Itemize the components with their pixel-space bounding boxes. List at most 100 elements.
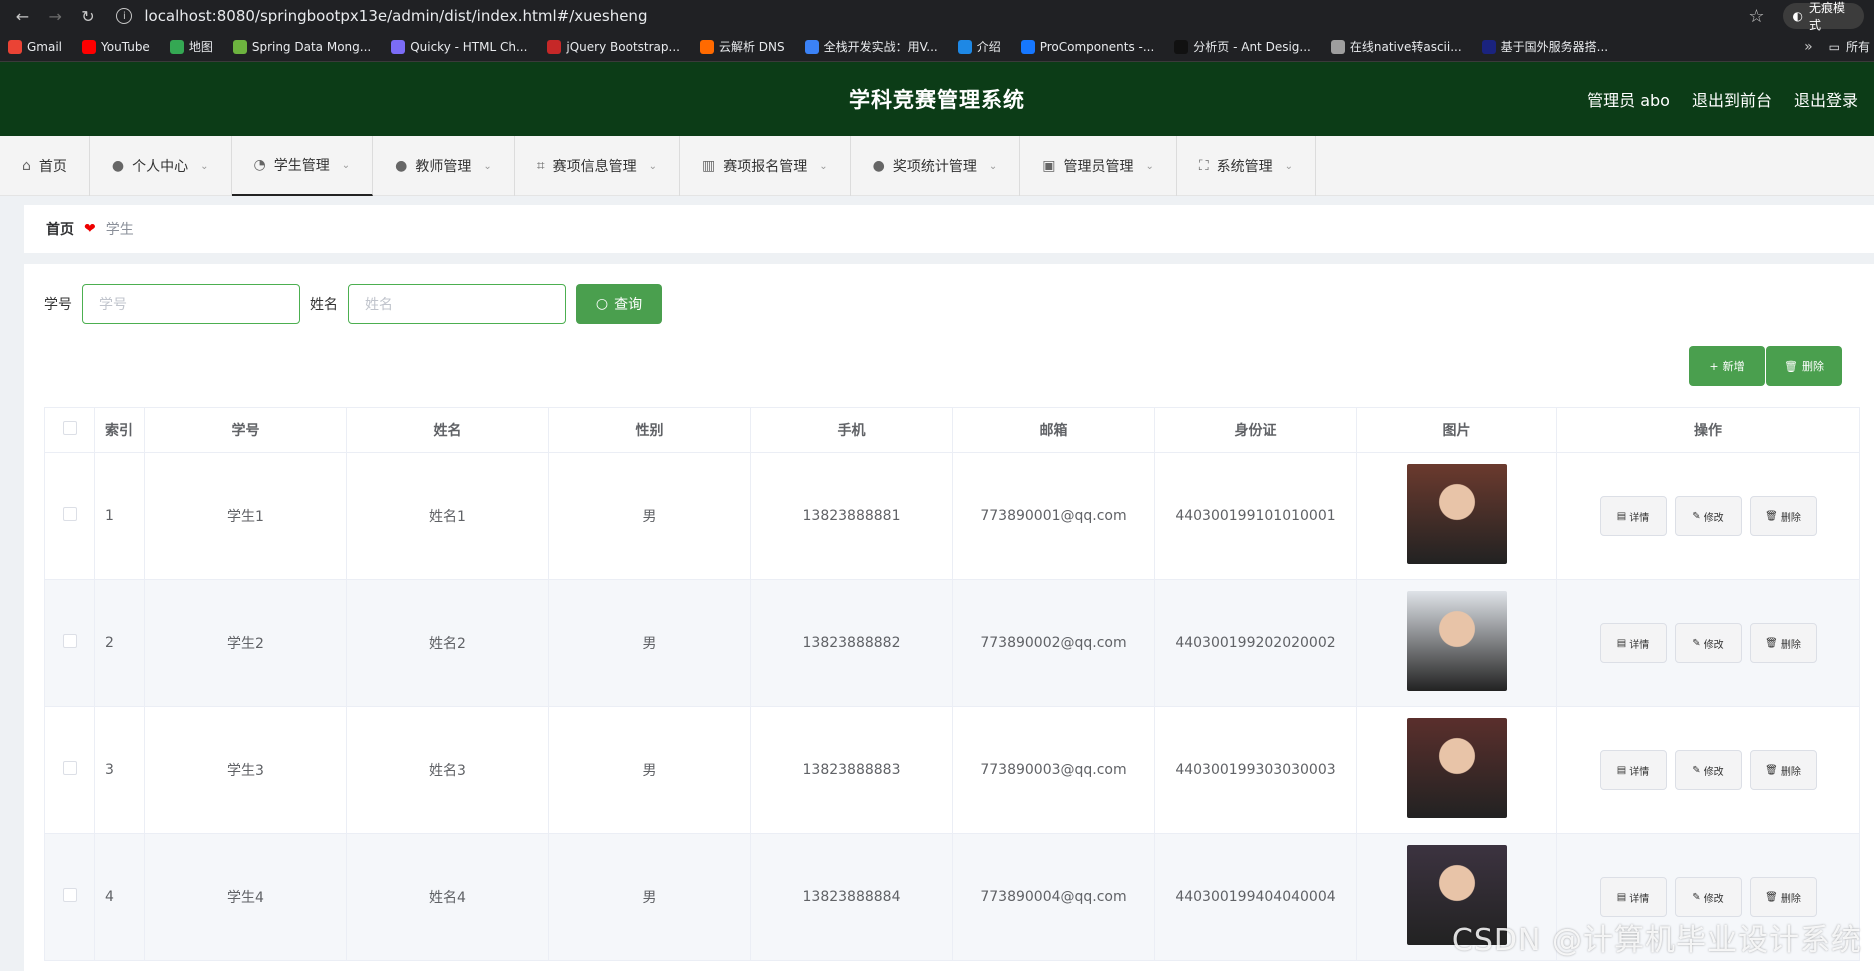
menu-item-label: 个人中心 [132, 159, 189, 175]
student-id-label: 学号 [44, 297, 72, 313]
menu-item-8[interactable]: ▣ 管理员管理 ⌄ [1020, 136, 1177, 196]
row-index: 4 [94, 833, 145, 961]
column-header: 姓名 [346, 407, 549, 453]
menu-item-9[interactable]: ⛶ 系统管理 ⌄ [1177, 136, 1317, 196]
table-actions: + 新增 🗑 删除 [1689, 346, 1842, 386]
menu-item-3[interactable]: ◔ 学生管理 ⌄ [231, 136, 374, 196]
bookmark-label: 介绍 [976, 40, 1001, 54]
delete-button[interactable]: 🗑 删除 [1749, 750, 1817, 790]
table-row: 3 学生3 姓名3 男 13823888883 773890003@qq.com 44030… [44, 706, 1860, 834]
delete-button[interactable]: 🗑 删除 [1749, 623, 1817, 663]
cell-name: 姓名1 [346, 452, 549, 580]
edit-button[interactable]: ✎ 修改 [1674, 623, 1742, 663]
chevron-down-icon: ⌄ [648, 160, 657, 172]
bookmarks-more-icon[interactable]: » [1804, 39, 1813, 55]
bookmark-item[interactable]: ProComponents -... [1020, 39, 1155, 54]
delete-button[interactable]: 🗑 删除 [1749, 496, 1817, 536]
forward-icon[interactable]: → [43, 3, 68, 29]
breadcrumb-current: 学生 [105, 222, 134, 238]
row-checkbox[interactable] [62, 761, 77, 775]
user-icon: ● [111, 158, 125, 174]
edit-button[interactable]: ✎ 修改 [1674, 750, 1742, 790]
bookmark-favicon-icon [1174, 39, 1189, 54]
bookmark-item[interactable]: Quicky - HTML Ch... [391, 39, 527, 54]
address-bar[interactable]: i localhost:8080/springbootpx13e/admin/d… [108, 3, 1749, 29]
cell-operations: ▤ 详情 ✎ 修改 🗑 删除 [1556, 452, 1860, 580]
reload-icon[interactable]: ↻ [76, 3, 101, 29]
detail-button[interactable]: ▤ 详情 [1599, 496, 1667, 536]
select-all-checkbox[interactable] [62, 421, 77, 435]
student-id-input[interactable]: 学号 [82, 284, 300, 324]
chevron-down-icon: ⌄ [1284, 160, 1294, 172]
bookmark-label: Spring Data Mong... [251, 39, 372, 54]
menu-item-6[interactable]: ▥ 赛项报名管理 ⌄ [680, 136, 851, 196]
cell-photo [1356, 579, 1557, 707]
menu-item-4[interactable]: ● 教师管理 ⌄ [373, 136, 515, 196]
bookmarks-bar: Gmail YouTube 地图 Spring Data Mong... Quicky … [0, 32, 1874, 62]
chevron-down-icon: ⌄ [341, 159, 351, 171]
site-info-icon[interactable]: i [116, 8, 133, 24]
incognito-badge[interactable]: ◐ 无痕模式 [1782, 1, 1864, 32]
bookmark-item[interactable]: 在线native转ascii... [1330, 38, 1462, 55]
edit-button[interactable]: ✎ 修改 [1674, 877, 1742, 917]
home-icon: ⌂ [22, 158, 31, 174]
bookmark-item[interactable]: 云解析 DNS [699, 38, 785, 55]
bookmark-star-icon[interactable]: ☆ [1748, 6, 1764, 27]
bookmark-label: jQuery Bootstrap... [566, 39, 680, 54]
pencil-icon: ✎ [1692, 637, 1701, 649]
student-photo[interactable] [1406, 718, 1507, 818]
trash-icon: 🗑 [1765, 764, 1778, 776]
student-photo[interactable] [1406, 464, 1507, 564]
bookmark-item[interactable]: 全栈开发实战：用V... [804, 38, 938, 55]
add-button[interactable]: + 新增 [1689, 346, 1765, 386]
cell-email: 773890004@qq.com [952, 833, 1155, 961]
trash-icon: 🗑 [1765, 891, 1778, 903]
row-checkbox[interactable] [62, 634, 77, 648]
plus-icon: + [1709, 359, 1719, 373]
menu-item-2[interactable]: ● 个人中心 ⌄ [90, 136, 232, 196]
column-header: 索引 [94, 407, 145, 453]
row-checkbox[interactable] [62, 888, 77, 902]
student-photo[interactable] [1406, 591, 1507, 691]
bookmark-favicon-icon [699, 39, 714, 54]
bookmark-item[interactable]: 分析页 - Ant Desig... [1174, 38, 1311, 55]
bookmark-item[interactable]: jQuery Bootstrap... [547, 39, 680, 54]
name-input[interactable]: 姓名 [348, 284, 566, 324]
detail-button[interactable]: ▤ 详情 [1599, 750, 1667, 790]
menu-item-label: 学生管理 [273, 158, 330, 174]
bulb-icon: ● [872, 158, 885, 174]
edit-button[interactable]: ✎ 修改 [1674, 496, 1742, 536]
cell-student-id: 学生1 [144, 452, 347, 580]
breadcrumb-home[interactable]: 首页 [46, 219, 74, 239]
cell-id-card: 440300199101010001 [1154, 452, 1357, 580]
column-header: 手机 [750, 407, 953, 453]
row-checkbox[interactable] [62, 507, 77, 521]
menu-item-1[interactable]: ⌂ 首页 [0, 136, 90, 196]
detail-button[interactable]: ▤ 详情 [1599, 877, 1667, 917]
delete-button[interactable]: 🗑 删除 [1749, 877, 1817, 917]
back-to-front-link[interactable]: 退出到前台 [1692, 87, 1772, 111]
bookmark-item[interactable]: 地图 [169, 38, 213, 55]
menu-item-7[interactable]: ● 奖项统计管理 ⌄ [851, 136, 1021, 196]
batch-delete-button[interactable]: 🗑 删除 [1766, 346, 1842, 386]
detail-button[interactable]: ▤ 详情 [1599, 623, 1667, 663]
menu-item-label: 教师管理 [415, 159, 472, 175]
menu-item-5[interactable]: ⌗ 赛项信息管理 ⌄ [515, 136, 680, 196]
bookmark-label: 云解析 DNS [718, 40, 785, 54]
chevron-down-icon: ⌄ [988, 160, 998, 172]
query-button[interactable]: ○ 查询 [576, 284, 662, 324]
menu-item-label: 系统管理 [1216, 159, 1273, 175]
bookmark-item[interactable]: Spring Data Mong... [232, 39, 372, 54]
back-icon[interactable]: ← [10, 3, 35, 29]
all-bookmarks-folder[interactable]: ▭ 所有 [1829, 38, 1870, 55]
bookmark-item[interactable]: 基于国外服务器搭... [1481, 38, 1608, 55]
logout-link[interactable]: 退出登录 [1794, 87, 1858, 111]
bookmark-item[interactable]: 介绍 [957, 38, 1001, 55]
bookmark-label: ProComponents -... [1039, 39, 1155, 54]
breadcrumb: 首页 ❤ 学生 [24, 205, 1874, 253]
bookmark-label: 全栈开发实战：用V... [823, 40, 938, 54]
bookmark-item[interactable]: YouTube [82, 39, 150, 54]
row-select-cell [44, 706, 95, 834]
cell-photo [1356, 452, 1557, 580]
bookmark-item[interactable]: Gmail [8, 39, 62, 54]
